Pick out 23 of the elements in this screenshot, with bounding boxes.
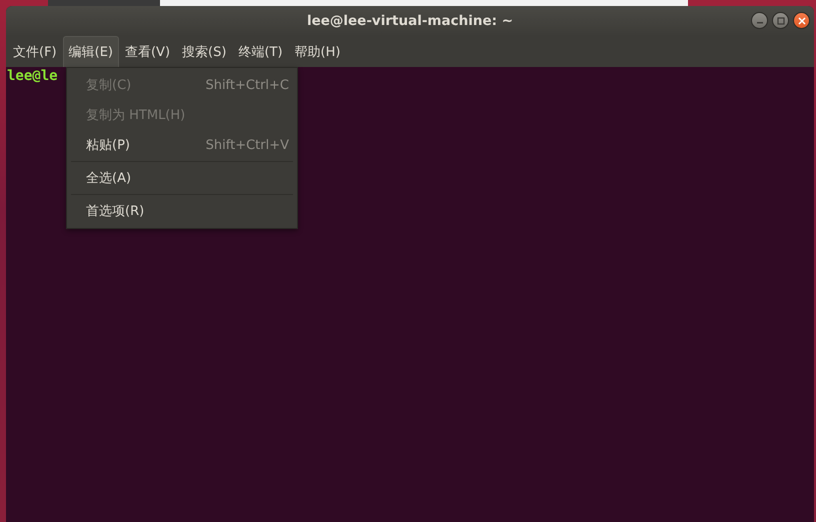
menu-item[interactable]: 搜索(S) [176, 36, 232, 67]
menu-item[interactable]: 文件(F) [7, 36, 63, 67]
menu-entry-label: 复制(C) [86, 77, 132, 94]
maximize-icon [776, 16, 784, 24]
maximize-button[interactable] [772, 12, 789, 29]
menu-item[interactable]: 帮助(H) [288, 36, 346, 67]
menu-entry-label: 复制为 HTML(H) [86, 107, 186, 124]
menu-entry[interactable]: 粘贴(P) Shift+Ctrl+V [67, 130, 297, 160]
menu-entry-label: 粘贴(P) [86, 137, 130, 154]
menu-entry-label: 全选(A) [86, 170, 132, 187]
minimize-button[interactable] [751, 12, 768, 29]
menu-item[interactable]: 终端(T) [232, 36, 289, 67]
menu-item[interactable]: 编辑(E) [62, 36, 119, 67]
terminal-prompt: lee@le [7, 68, 58, 84]
window-title: lee@lee-virtual-machine: ~ [306, 13, 514, 29]
menu-item[interactable]: 查看(V) [118, 36, 176, 67]
close-icon [798, 16, 806, 24]
close-button[interactable] [793, 12, 810, 29]
menu-entry[interactable]: 首选项(R) [67, 196, 297, 226]
shortcut-label: Shift+Ctrl+V [206, 138, 289, 152]
shortcut-label: Shift+Ctrl+C [205, 78, 289, 92]
menu-entry-label: 首选项(R) [86, 203, 144, 220]
menu-entry[interactable]: 全选(A) [67, 163, 297, 193]
